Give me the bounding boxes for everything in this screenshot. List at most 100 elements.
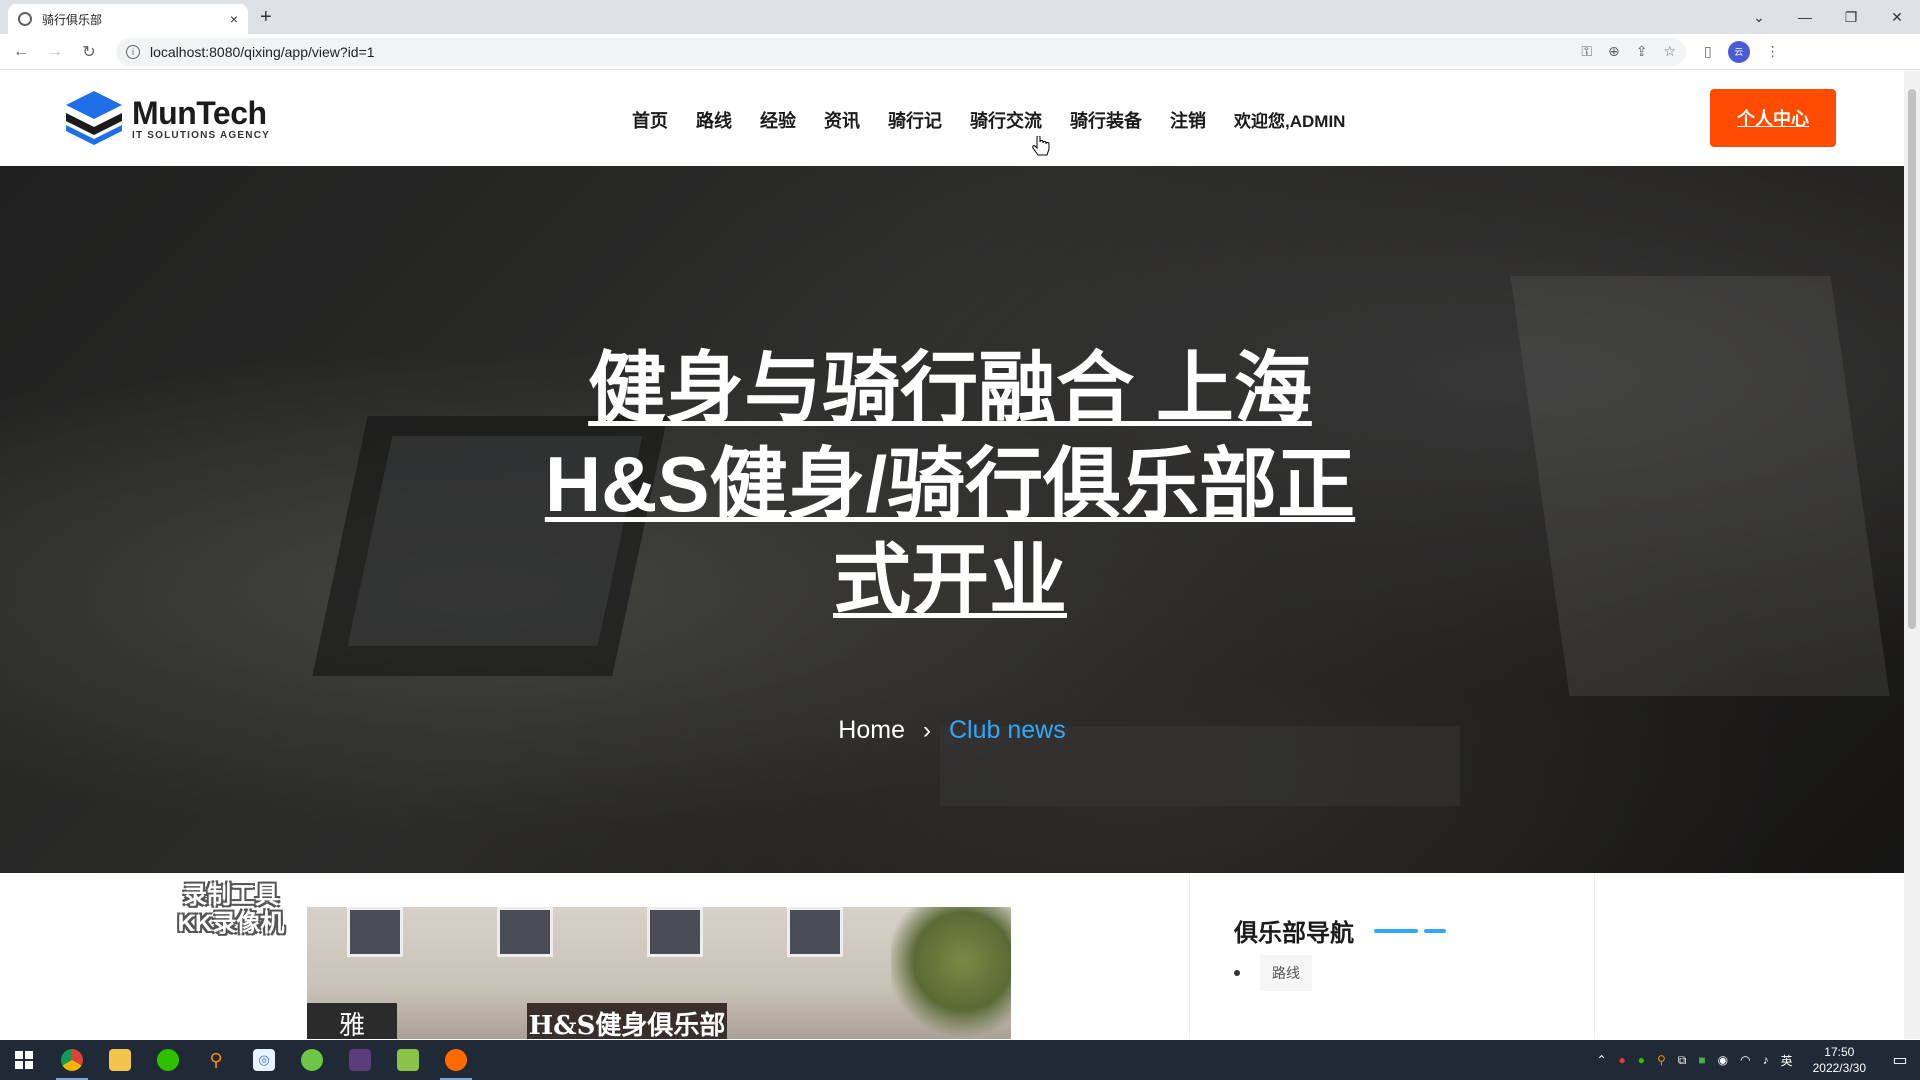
tray-search-icon[interactable]: ⚲ xyxy=(1657,1053,1666,1067)
windows-logo-icon xyxy=(15,1051,33,1069)
share-icon[interactable]: ⇪ xyxy=(1636,43,1648,60)
personal-center-button[interactable]: 个人中心 xyxy=(1710,89,1836,147)
taskbar-recorder[interactable] xyxy=(432,1040,480,1080)
key-icon[interactable]: ⚿ xyxy=(1581,43,1592,60)
image-window xyxy=(647,907,703,957)
taskbar-app-blue[interactable]: ◎ xyxy=(240,1040,288,1080)
tray-shield-icon[interactable]: ● xyxy=(1619,1053,1626,1067)
image-window xyxy=(787,907,843,957)
chevron-right-icon: › xyxy=(922,716,931,744)
nav-routes[interactable]: 路线 xyxy=(696,107,732,133)
tray-clock[interactable]: 17:50 2022/3/30 xyxy=(1813,1044,1866,1076)
tray-wifi-icon[interactable]: ◠ xyxy=(1740,1053,1750,1067)
leaf-icon xyxy=(301,1049,323,1071)
browser-tab-strip: 骑行俱乐部 × + ⌄ — ❐ ✕ xyxy=(0,0,1920,34)
nav-experience[interactable]: 经验 xyxy=(760,107,796,133)
nav-news[interactable]: 资讯 xyxy=(824,107,860,133)
menu-kebab-icon[interactable]: ⋮ xyxy=(1766,43,1780,60)
hand-cursor-icon xyxy=(1032,136,1050,156)
window-controls: ⌄ — ❐ ✕ xyxy=(1736,0,1920,34)
forward-icon[interactable]: → xyxy=(42,43,68,61)
taskbar-search-app[interactable]: ⚲ xyxy=(192,1040,240,1080)
start-button[interactable] xyxy=(0,1040,48,1080)
bookmark-star-icon[interactable]: ☆ xyxy=(1663,43,1676,60)
taskbar-chrome[interactable] xyxy=(48,1040,96,1080)
taskbar-app-green[interactable] xyxy=(288,1040,336,1080)
breadcrumb: Home › Club news xyxy=(0,716,1904,745)
side-panel-icon[interactable]: ▯ xyxy=(1704,43,1712,60)
title-accent-bars xyxy=(1374,928,1446,933)
back-icon[interactable]: ← xyxy=(8,43,34,61)
image-window xyxy=(347,907,403,957)
site-info-icon[interactable]: i xyxy=(126,44,140,59)
site-header: MunTech IT SOLUTIONS AGENCY 首页 路线 经验 资讯 … xyxy=(0,71,1904,166)
zoom-icon[interactable]: ⊕ xyxy=(1608,43,1620,60)
sidebar: 俱乐部导航 路线 xyxy=(1189,873,1595,1039)
tray-volume-icon[interactable]: ♪ xyxy=(1763,1053,1769,1067)
nav-welcome-user[interactable]: 欢迎您,ADMIN xyxy=(1234,107,1345,133)
tab-title: 骑行俱乐部 xyxy=(42,12,103,27)
article-content: 雅 H&S健身俱乐部 录制工具 KK录像机 俱乐部导航 路线 xyxy=(0,873,1904,1039)
breadcrumb-current[interactable]: Club news xyxy=(949,716,1066,745)
clock-date: 2022/3/30 xyxy=(1812,1061,1866,1075)
scrollbar-thumb[interactable] xyxy=(1908,89,1916,629)
logo-tagline: IT SOLUTIONS AGENCY xyxy=(132,129,270,141)
recorder-watermark: 录制工具 KK录像机 xyxy=(160,882,302,938)
tray-network-icon[interactable]: ⧉ xyxy=(1678,1053,1687,1068)
image-tree xyxy=(891,907,1011,1039)
globe-icon xyxy=(18,12,32,26)
tray-chevron-up-icon[interactable]: ⌃ xyxy=(1596,1053,1606,1067)
page-scrollbar[interactable] xyxy=(1904,71,1920,1039)
minimize-button[interactable]: — xyxy=(1782,0,1828,34)
new-tab-button[interactable]: + xyxy=(260,6,272,29)
nav-ride-exchange[interactable]: 骑行交流 xyxy=(970,107,1042,133)
sidebar-item-routes[interactable]: 路线 xyxy=(1260,955,1312,991)
clock-time: 17:50 xyxy=(1824,1045,1855,1059)
tab-close-button[interactable]: × xyxy=(230,11,238,27)
sidebar-title: 俱乐部导航 xyxy=(1234,913,1446,948)
reload-icon[interactable]: ↻ xyxy=(76,42,102,62)
nav-ride-gear[interactable]: 骑行装备 xyxy=(1070,107,1142,133)
taskbar-notepad[interactable] xyxy=(384,1040,432,1080)
watermark-line2: KK录像机 xyxy=(177,910,285,937)
browser-toolbar: ← → ↻ i localhost:8080/qixing/app/view?i… xyxy=(0,34,1920,70)
magnifier-icon: ⚲ xyxy=(209,1049,223,1070)
taskbar-app-purple[interactable] xyxy=(336,1040,384,1080)
taskbar-explorer[interactable] xyxy=(96,1040,144,1080)
site-logo[interactable]: MunTech IT SOLUTIONS AGENCY xyxy=(64,89,270,147)
tray-wechat-icon[interactable]: ● xyxy=(1638,1053,1645,1067)
profile-avatar[interactable]: 云 xyxy=(1727,40,1750,63)
image-sign-left: 雅 xyxy=(307,1003,397,1039)
address-bar[interactable]: i localhost:8080/qixing/app/view?id=1 ⚿ … xyxy=(116,37,1686,66)
sidebar-title-text: 俱乐部导航 xyxy=(1234,920,1354,947)
tray-ime-indicator[interactable]: 英 xyxy=(1781,1052,1793,1069)
taskbar-wechat[interactable] xyxy=(144,1040,192,1080)
notification-icon[interactable]: ▭ xyxy=(1880,1050,1920,1070)
close-window-button[interactable]: ✕ xyxy=(1874,0,1920,34)
tray-qq-icon[interactable]: ◉ xyxy=(1718,1053,1728,1067)
tray-app-icon[interactable]: ■ xyxy=(1698,1053,1705,1067)
browser-tab[interactable]: 骑行俱乐部 × xyxy=(8,4,248,34)
address-url[interactable]: localhost:8080/qixing/app/view?id=1 xyxy=(150,44,1581,60)
nav-home[interactable]: 首页 xyxy=(632,107,668,133)
sidebar-list: 路线 xyxy=(1234,955,1312,991)
page-viewport: MunTech IT SOLUTIONS AGENCY 首页 路线 经验 资讯 … xyxy=(0,71,1904,1039)
folder-icon xyxy=(109,1049,131,1071)
wechat-icon xyxy=(157,1049,179,1071)
windows-taskbar: ⚲ ◎ ⌃ ● ● ⚲ ⧉ ■ ◉ ◠ ♪ 英 17:50 2022/3/30 … xyxy=(0,1040,1920,1080)
layers-logo-icon xyxy=(66,91,122,145)
article-image: 雅 H&S健身俱乐部 xyxy=(307,907,1011,1039)
breadcrumb-home[interactable]: Home xyxy=(838,716,905,745)
nav-ride-logs[interactable]: 骑行记 xyxy=(888,107,942,133)
article-title[interactable]: 健身与骑行融合 上海H&S健身/骑行俱乐部正式开业 xyxy=(520,340,1380,628)
nav-logout[interactable]: 注销 xyxy=(1170,107,1206,133)
image-sign-main: H&S健身俱乐部 xyxy=(527,1003,727,1039)
bullet-icon xyxy=(1234,970,1240,976)
system-tray: ⌃ ● ● ⚲ ⧉ ■ ◉ ◠ ♪ 英 17:50 2022/3/30 ▭ xyxy=(1590,1040,1920,1080)
image-window xyxy=(497,907,553,957)
sidebar-item: 路线 xyxy=(1234,955,1312,991)
main-nav: 首页 路线 经验 资讯 骑行记 骑行交流 骑行装备 注销 欢迎您,ADMIN xyxy=(632,107,1373,133)
restore-button[interactable]: ❐ xyxy=(1828,0,1874,34)
tab-search-button[interactable]: ⌄ xyxy=(1736,0,1782,34)
notepad-icon xyxy=(397,1049,419,1071)
